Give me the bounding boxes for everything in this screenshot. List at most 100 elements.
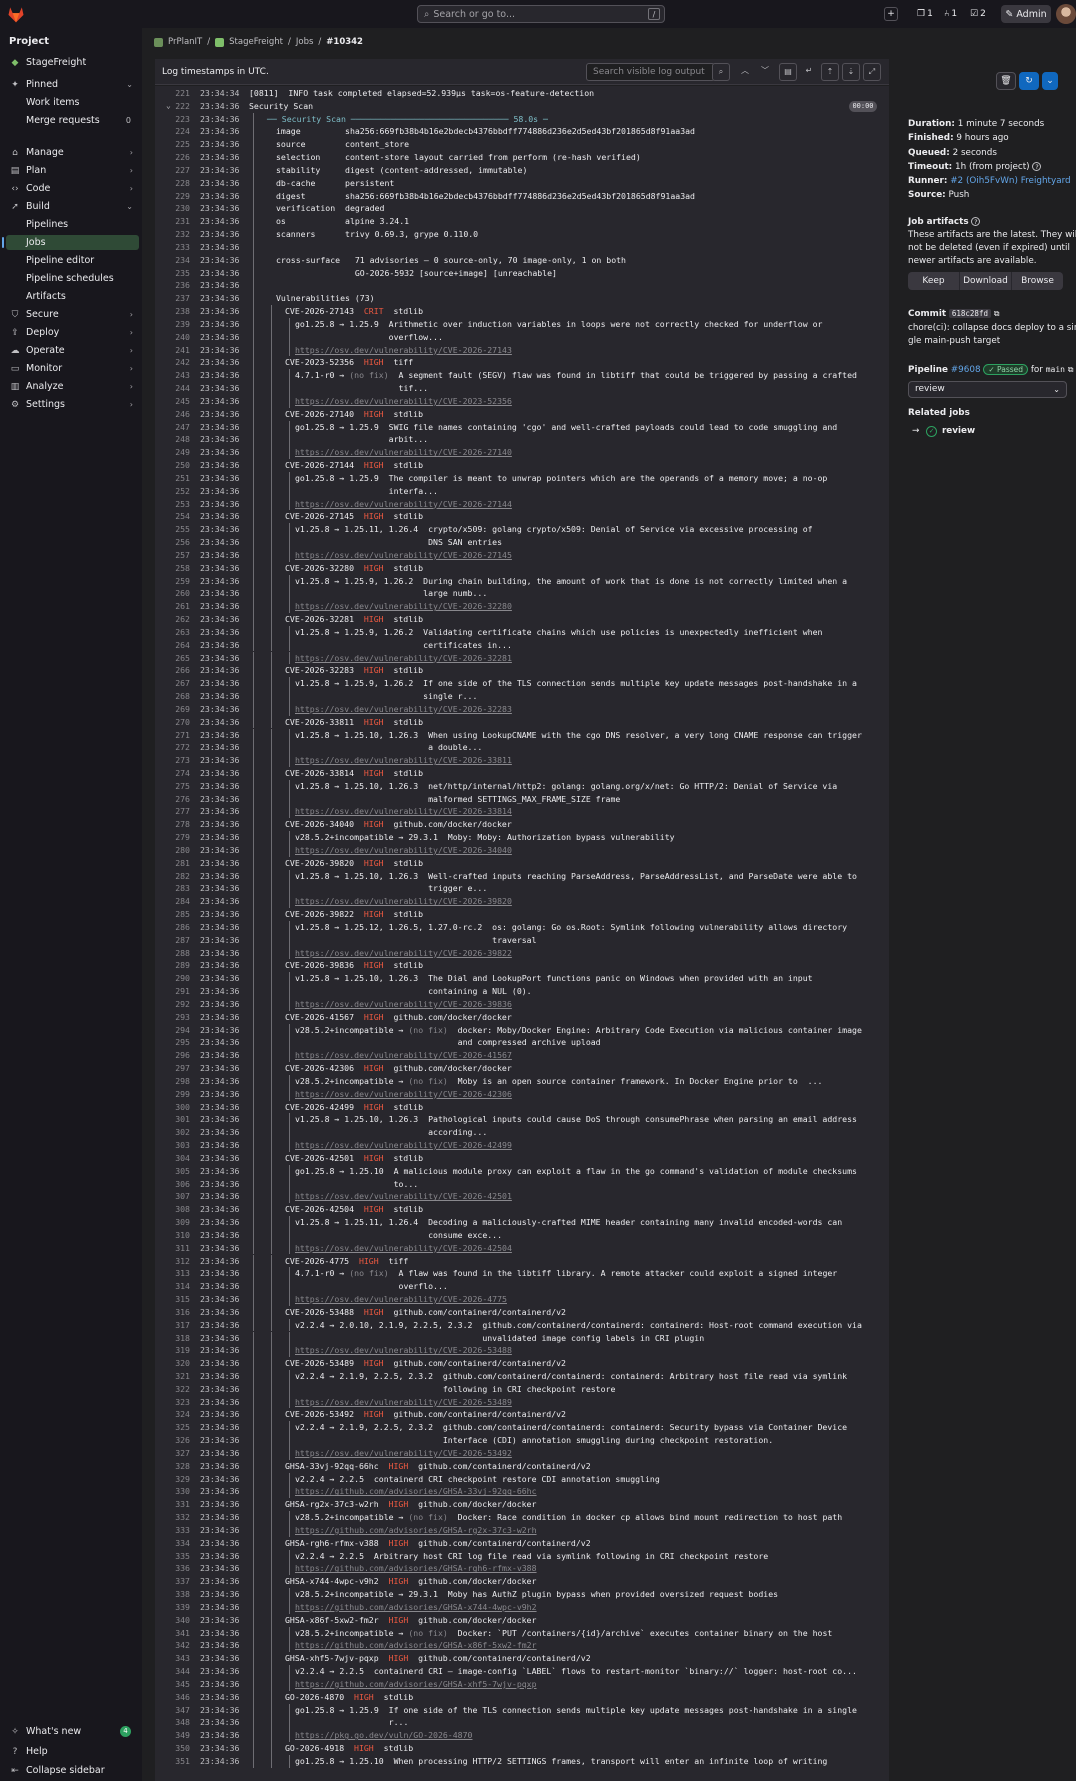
line-number[interactable]: 308 bbox=[155, 1203, 190, 1216]
advisory-link[interactable]: https://osv.dev/vulnerability/CVE-2026-3… bbox=[295, 652, 512, 665]
sidebar-item-plan[interactable]: ▤ Plan › bbox=[6, 163, 139, 178]
advisory-link[interactable]: https://github.com/advisories/GHSA-x744-… bbox=[295, 1601, 537, 1614]
line-number[interactable]: 223 bbox=[155, 113, 190, 126]
line-number[interactable]: 238 bbox=[155, 305, 190, 318]
line-number[interactable]: 224 bbox=[155, 125, 190, 138]
line-number[interactable]: 250 bbox=[155, 459, 190, 472]
line-number[interactable]: 284 bbox=[155, 895, 190, 908]
line-number[interactable]: 324 bbox=[155, 1408, 190, 1421]
line-number[interactable]: 259 bbox=[155, 575, 190, 588]
line-number[interactable]: 303 bbox=[155, 1139, 190, 1152]
sidebar-collapse-button[interactable]: ⇤ Collapse sidebar bbox=[6, 1763, 139, 1778]
line-number[interactable]: 313 bbox=[155, 1267, 190, 1280]
line-number[interactable]: 315 bbox=[155, 1293, 190, 1306]
line-number[interactable]: 233 bbox=[155, 241, 190, 254]
sidebar-item-manage[interactable]: ⌂ Manage › bbox=[6, 145, 139, 160]
line-number[interactable]: 339 bbox=[155, 1601, 190, 1614]
global-search-input[interactable]: ⌕ Search or go to... / bbox=[417, 5, 665, 23]
line-number[interactable]: 282 bbox=[155, 870, 190, 883]
sidebar-item-jobs[interactable]: Jobs bbox=[2, 235, 139, 250]
line-number[interactable]: 256 bbox=[155, 536, 190, 549]
line-number[interactable]: 222 bbox=[155, 100, 190, 113]
line-number[interactable]: 290 bbox=[155, 972, 190, 985]
section-toggle-chevron-icon[interactable]: ⌄ bbox=[166, 100, 171, 113]
line-number[interactable]: 228 bbox=[155, 177, 190, 190]
sidebar-item-pipeline-editor[interactable]: Pipeline editor bbox=[6, 253, 139, 268]
line-number[interactable]: 263 bbox=[155, 626, 190, 639]
line-number[interactable]: 327 bbox=[155, 1447, 190, 1460]
retry-dropdown-button[interactable]: ⌄ bbox=[1042, 72, 1058, 90]
line-number[interactable]: 268 bbox=[155, 690, 190, 703]
line-number[interactable]: 310 bbox=[155, 1229, 190, 1242]
line-number[interactable]: 306 bbox=[155, 1178, 190, 1191]
line-number[interactable]: 243 bbox=[155, 369, 190, 382]
line-number[interactable]: 287 bbox=[155, 934, 190, 947]
advisory-link[interactable]: https://osv.dev/vulnerability/CVE-2026-3… bbox=[295, 703, 512, 716]
download-artifacts-button[interactable]: Download bbox=[960, 272, 1012, 290]
line-number[interactable]: 245 bbox=[155, 395, 190, 408]
advisory-link[interactable]: https://osv.dev/vulnerability/CVE-2026-2… bbox=[295, 498, 512, 511]
advisory-link[interactable]: https://osv.dev/vulnerability/CVE-2026-3… bbox=[295, 895, 512, 908]
line-number[interactable]: 319 bbox=[155, 1344, 190, 1357]
sidebar-project[interactable]: ◆ StageFreight bbox=[6, 55, 139, 70]
advisory-link[interactable]: https://osv.dev/vulnerability/CVE-2026-2… bbox=[295, 344, 512, 357]
help-icon[interactable]: ? bbox=[1032, 162, 1042, 171]
sidebar-item-settings[interactable]: ⚙ Settings › bbox=[6, 397, 139, 412]
raw-log-button[interactable]: ▤ bbox=[779, 63, 797, 81]
line-number[interactable]: 318 bbox=[155, 1332, 190, 1345]
line-number[interactable]: 248 bbox=[155, 433, 190, 446]
line-number[interactable]: 260 bbox=[155, 587, 190, 600]
breadcrumb-jobs[interactable]: Jobs bbox=[296, 37, 314, 47]
line-number[interactable]: 295 bbox=[155, 1036, 190, 1049]
ref-link[interactable]: main bbox=[1046, 365, 1065, 374]
line-number[interactable]: 249 bbox=[155, 446, 190, 459]
prev-match-button[interactable]: ︿ bbox=[736, 63, 754, 81]
line-number[interactable]: 265 bbox=[155, 652, 190, 665]
issues-button[interactable]: ❐ 1 bbox=[917, 6, 933, 22]
line-number[interactable]: 331 bbox=[155, 1498, 190, 1511]
log-search-input[interactable]: Search visible log output bbox=[586, 63, 715, 81]
line-number[interactable]: 277 bbox=[155, 805, 190, 818]
line-number[interactable]: 281 bbox=[155, 857, 190, 870]
line-number[interactable]: 246 bbox=[155, 408, 190, 421]
line-number[interactable]: 274 bbox=[155, 767, 190, 780]
line-number[interactable]: 328 bbox=[155, 1460, 190, 1473]
line-number[interactable]: 297 bbox=[155, 1062, 190, 1075]
line-number[interactable]: 333 bbox=[155, 1524, 190, 1537]
advisory-link[interactable]: https://osv.dev/vulnerability/CVE-2026-4… bbox=[295, 1190, 512, 1203]
scroll-bottom-button[interactable]: ⇣ bbox=[842, 63, 860, 81]
line-number[interactable]: 283 bbox=[155, 882, 190, 895]
line-number[interactable]: 289 bbox=[155, 959, 190, 972]
wrap-lines-button[interactable]: ↵ bbox=[800, 63, 818, 81]
help-icon[interactable]: ? bbox=[971, 217, 981, 226]
sidebar-item-pipelines[interactable]: Pipelines bbox=[6, 217, 139, 232]
line-number[interactable]: 235 bbox=[155, 267, 190, 280]
line-number[interactable]: 225 bbox=[155, 138, 190, 151]
line-number[interactable]: 350 bbox=[155, 1742, 190, 1755]
advisory-link[interactable]: https://osv.dev/vulnerability/CVE-2026-2… bbox=[295, 549, 512, 562]
line-number[interactable]: 272 bbox=[155, 741, 190, 754]
line-number[interactable]: 299 bbox=[155, 1088, 190, 1101]
line-number[interactable]: 351 bbox=[155, 1755, 190, 1768]
line-number[interactable]: 221 bbox=[155, 87, 190, 100]
line-number[interactable]: 251 bbox=[155, 472, 190, 485]
line-number[interactable]: 291 bbox=[155, 985, 190, 998]
line-number[interactable]: 278 bbox=[155, 818, 190, 831]
scroll-top-button[interactable]: ⇡ bbox=[821, 63, 839, 81]
advisory-link[interactable]: https://osv.dev/vulnerability/CVE-2026-2… bbox=[295, 446, 512, 459]
line-number[interactable]: 296 bbox=[155, 1049, 190, 1062]
advisory-link[interactable]: https://osv.dev/vulnerability/CVE-2026-3… bbox=[295, 805, 512, 818]
copy-icon[interactable]: ⧉ bbox=[994, 309, 1000, 318]
line-number[interactable]: 304 bbox=[155, 1152, 190, 1165]
line-number[interactable]: 279 bbox=[155, 831, 190, 844]
line-number[interactable]: 337 bbox=[155, 1575, 190, 1588]
advisory-link[interactable]: https://osv.dev/vulnerability/CVE-2026-4… bbox=[295, 1139, 512, 1152]
advisory-link[interactable]: https://pkg.go.dev/vuln/GO-2026-4870 bbox=[295, 1729, 472, 1742]
advisory-link[interactable]: https://github.com/advisories/GHSA-rg2x-… bbox=[295, 1524, 537, 1537]
line-number[interactable]: 286 bbox=[155, 921, 190, 934]
advisory-link[interactable]: https://osv.dev/vulnerability/CVE-2026-4… bbox=[295, 1088, 512, 1101]
advisory-link[interactable]: https://osv.dev/vulnerability/CVE-2026-3… bbox=[295, 754, 512, 767]
runner-link[interactable]: #2 (Oih5FvWn) Freightyard bbox=[950, 176, 1070, 186]
sidebar-item-monitor[interactable]: ▭ Monitor › bbox=[6, 361, 139, 376]
sidebar-item-pinned[interactable]: ✦ Pinned ⌄ bbox=[6, 77, 139, 92]
